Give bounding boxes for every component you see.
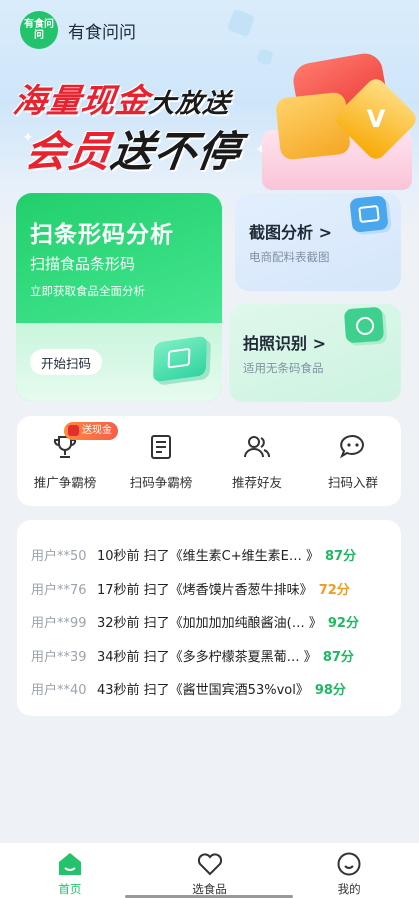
cash-reward-badge: 送现金 [64, 422, 118, 440]
screenshot-icon [349, 195, 389, 233]
promo-headline-1: 海量现金大放送 [10, 81, 233, 120]
nav-item-home[interactable]: 首页 [0, 843, 140, 898]
scan-card-subtitle: 扫描食品条形码 [30, 255, 136, 273]
feed-row: 用户**50 10秒前 扫了《维生素C+维生素E… 》 87分 [31, 549, 357, 565]
scan-activity-feed: 用户**50 10秒前 扫了《维生素C+维生素E… 》 87分 用户**76 1… [17, 520, 401, 716]
screenshot-card-desc: 电商配料表截图 [249, 250, 330, 264]
scanner-icon [152, 335, 208, 383]
vip-badge-graphic: V [332, 75, 419, 163]
scan-barcode-card[interactable]: 扫条形码分析 扫描食品条形码 立即获取食品全面分析 开始扫码 [16, 193, 222, 401]
home-icon [58, 853, 81, 875]
bottom-nav: 首页 选食品 我的 [0, 842, 419, 898]
screenshot-analysis-card[interactable]: 截图分析 > 电商配料表截图 [235, 193, 401, 291]
quick-item-scan-ranking[interactable]: 扫码争霸榜 [116, 432, 206, 491]
photo-recognition-card[interactable]: 拍照识别 > 适用无条码食品 [229, 304, 401, 402]
scan-card-title: 扫条形码分析 [30, 222, 174, 248]
app-header: 有食问问 有食问问 [20, 10, 136, 50]
feed-row: 用户**76 17秒前 扫了《烤香馍片香葱牛排味》 72分 [31, 582, 350, 598]
quick-item-promo-ranking[interactable]: 送现金 推广争霸榜 [20, 422, 118, 491]
scan-card-desc: 立即获取食品全面分析 [30, 284, 145, 298]
app-logo: 有食问问 [20, 11, 58, 49]
app-title: 有食问问 [68, 22, 136, 43]
heart-icon [197, 853, 222, 876]
decor-cube [256, 48, 274, 66]
screenshot-card-title: 截图分析 > [249, 223, 332, 242]
decor-cube [226, 8, 256, 38]
promo-headline-2: 会员送不停 [22, 127, 245, 176]
friends-icon [244, 436, 270, 458]
quick-item-join-group[interactable]: 扫码入群 [308, 432, 398, 491]
photo-card-title: 拍照识别 > [243, 334, 326, 353]
nav-item-select-food[interactable]: 选食品 [140, 843, 280, 898]
nav-item-mine[interactable]: 我的 [279, 843, 419, 898]
start-scan-button[interactable]: 开始扫码 [30, 349, 102, 375]
feed-row: 用户**99 32秒前 扫了《加加加加纯酿酱油(… 》 92分 [31, 616, 359, 632]
feed-row: 用户**39 34秒前 扫了《多多柠檬茶夏黑葡… 》 87分 [31, 649, 354, 665]
smile-icon [337, 852, 361, 876]
photo-card-desc: 适用无条码食品 [243, 361, 324, 375]
quick-menu: 送现金 推广争霸榜 扫码争霸榜 推荐好友 扫码入群 [17, 416, 401, 506]
feed-row: 用户**40 43秒前 扫了《酱世国宾酒53%vol》 98分 [31, 683, 346, 699]
chat-icon [339, 434, 364, 459]
camera-icon [343, 306, 385, 344]
list-icon [151, 435, 171, 459]
quick-item-recommend-friends[interactable]: 推荐好友 [212, 432, 302, 491]
